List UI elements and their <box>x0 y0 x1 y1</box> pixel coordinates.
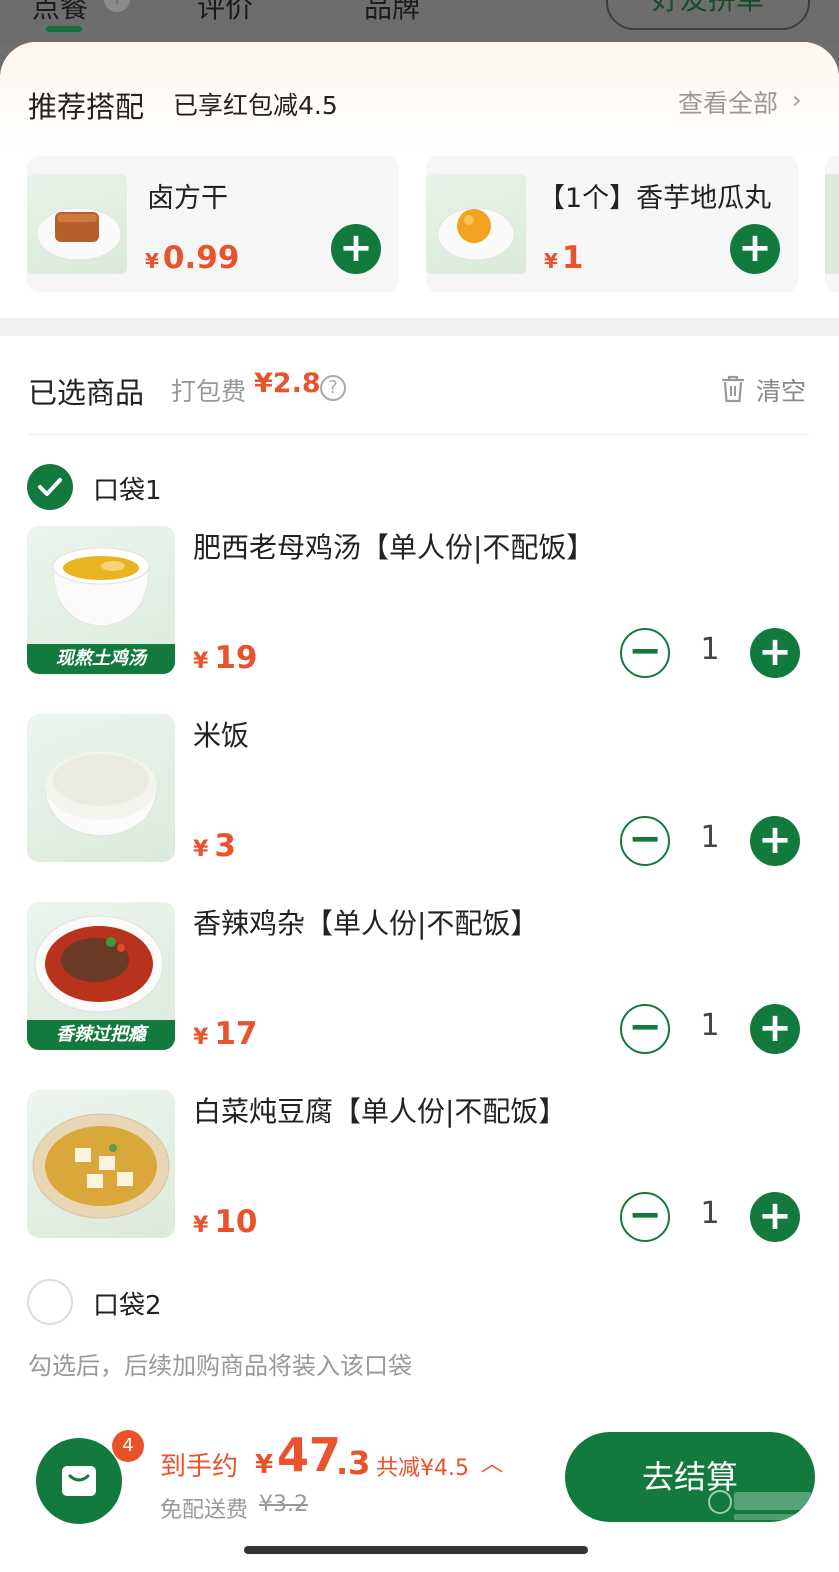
increase-qty-button[interactable]: + <box>750 1192 800 1242</box>
cart-sheet: 推荐搭配 已享红包减4.5 查看全部 › 卤方干 ¥0.99 + 【1个】香芋地… <box>0 42 839 1572</box>
original-shipping-fee: ¥3.2 <box>259 1492 308 1517</box>
selected-title: 已选商品 <box>28 376 145 410</box>
cart-count-badge: 4 <box>112 1430 144 1462</box>
divider <box>28 434 810 435</box>
recommend-card[interactable]: 卤方干 ¥0.99 + <box>27 156 399 292</box>
bag2-hint: 勾选后，后续加购商品将装入该口袋 <box>28 1352 412 1380</box>
recommend-item-price: ¥1 <box>544 240 584 276</box>
decrease-qty-button[interactable]: − <box>620 628 670 678</box>
add-recommend-button[interactable]: + <box>730 224 780 274</box>
minus-icon: − <box>628 1192 662 1238</box>
recommend-card-partial[interactable] <box>825 156 839 292</box>
decrease-qty-button[interactable]: − <box>620 1004 670 1054</box>
free-shipping-label: 免配送费 <box>160 1498 249 1523</box>
home-indicator <box>244 1546 588 1554</box>
bag2-checkbox[interactable] <box>27 1279 73 1325</box>
item-quantity: 1 <box>700 1196 720 1231</box>
plus-icon: + <box>738 225 772 271</box>
bag1-label: 口袋1 <box>93 476 162 506</box>
item-promo-tag: 现熬土鸡汤 <box>27 644 175 674</box>
product-image-taro-ball <box>426 174 526 274</box>
cart-button[interactable] <box>36 1438 122 1524</box>
total-currency: ¥ <box>255 1450 274 1480</box>
shopping-bag-icon <box>62 1466 96 1496</box>
cart-item: 现熬土鸡汤 肥西老母鸡汤【单人份|不配饭】 ¥19 − 1 + <box>0 526 839 678</box>
tab-brand[interactable]: 品牌 <box>364 0 420 26</box>
minus-icon: − <box>628 1004 662 1050</box>
item-quantity: 1 <box>700 1008 720 1043</box>
trash-icon[interactable] <box>720 374 746 404</box>
recommend-subtitle: 已享红包减4.5 <box>173 91 338 120</box>
tab-order[interactable]: 点餐 <box>32 0 88 26</box>
top-tab-bar: 点餐 + 评价 品牌 好友拼单 <box>0 0 839 44</box>
item-price: ¥3 <box>193 828 236 864</box>
item-price: ¥19 <box>193 640 258 676</box>
active-tab-indicator <box>46 26 82 32</box>
bag2-label: 口袋2 <box>93 1291 162 1321</box>
cart-item: 香辣过把瘾 香辣鸡杂【单人份|不配饭】 ¥17 − 1 + <box>0 902 839 1054</box>
packing-fee-label: 打包费 <box>171 377 247 406</box>
recommend-card[interactable]: 【1个】香芋地瓜丸 ¥1 + <box>426 156 798 292</box>
checkmark-icon <box>38 478 62 496</box>
bag1-checkbox[interactable] <box>27 464 73 510</box>
item-quantity: 1 <box>700 632 720 667</box>
view-all-link[interactable]: 查看全部 <box>678 84 778 120</box>
discount-total[interactable]: 共减¥4.5 <box>376 1450 469 1482</box>
product-image-cabbage-tofu <box>27 1090 175 1238</box>
item-name: 香辣鸡杂【单人份|不配饭】 <box>193 907 539 940</box>
minus-icon: − <box>628 816 662 862</box>
plus-icon: + <box>758 629 792 675</box>
item-promo-tag: 香辣过把瘾 <box>27 1020 175 1050</box>
tab-reviews[interactable]: 评价 <box>197 0 253 26</box>
recommend-title: 推荐搭配 <box>28 90 145 124</box>
item-quantity: 1 <box>700 820 720 855</box>
plus-icon: + <box>758 1193 792 1239</box>
item-price: ¥10 <box>193 1204 258 1240</box>
section-divider <box>0 318 839 336</box>
product-image-rice <box>27 714 175 862</box>
increase-qty-button[interactable]: + <box>750 628 800 678</box>
product-image-chicken-soup: 现熬土鸡汤 <box>27 526 175 674</box>
total-amount-decimal: .3 <box>336 1444 371 1482</box>
product-image-braised-tofu <box>27 174 127 274</box>
cart-item: 白菜炖豆腐【单人份|不配饭】 ¥10 − 1 + <box>0 1090 839 1242</box>
item-price: ¥17 <box>193 1016 258 1052</box>
increase-qty-button[interactable]: + <box>750 1004 800 1054</box>
total-label: 到手约 <box>160 1452 239 1482</box>
recommend-item-name: 【1个】香芋地瓜丸 <box>538 183 772 214</box>
decrease-qty-button[interactable]: − <box>620 816 670 866</box>
recommend-item-name: 卤方干 <box>147 183 228 214</box>
add-recommend-button[interactable]: + <box>331 224 381 274</box>
clear-cart-button[interactable]: 清空 <box>756 372 806 408</box>
question-circle-icon[interactable]: ? <box>320 375 346 401</box>
chevron-up-icon[interactable]: ︿ <box>481 1446 503 1478</box>
chevron-right-icon[interactable]: › <box>792 86 802 114</box>
friend-order-button[interactable]: 好友拼单 <box>606 0 810 30</box>
total-amount-integer: 47 <box>277 1428 342 1482</box>
plus-icon: + <box>758 817 792 863</box>
item-name: 肥西老母鸡汤【单人份|不配饭】 <box>193 531 595 564</box>
cart-item: 米饭 ¥3 − 1 + <box>0 714 839 866</box>
minus-icon: − <box>628 628 662 674</box>
decrease-qty-button[interactable]: − <box>620 1192 670 1242</box>
recommend-item-price: ¥0.99 <box>145 240 240 276</box>
packing-fee-value: ¥2.8 <box>254 368 321 399</box>
item-name: 米饭 <box>193 719 250 752</box>
plus-icon: + <box>339 225 373 271</box>
increase-qty-button[interactable]: + <box>750 816 800 866</box>
item-name: 白菜炖豆腐【单人份|不配饭】 <box>193 1095 567 1128</box>
watermark-logo <box>706 1486 816 1524</box>
plus-icon: + <box>758 1005 792 1051</box>
product-image-spicy-giblets: 香辣过把瘾 <box>27 902 175 1050</box>
tab-order-badge: + <box>104 0 130 12</box>
product-image-partial <box>825 174 839 274</box>
